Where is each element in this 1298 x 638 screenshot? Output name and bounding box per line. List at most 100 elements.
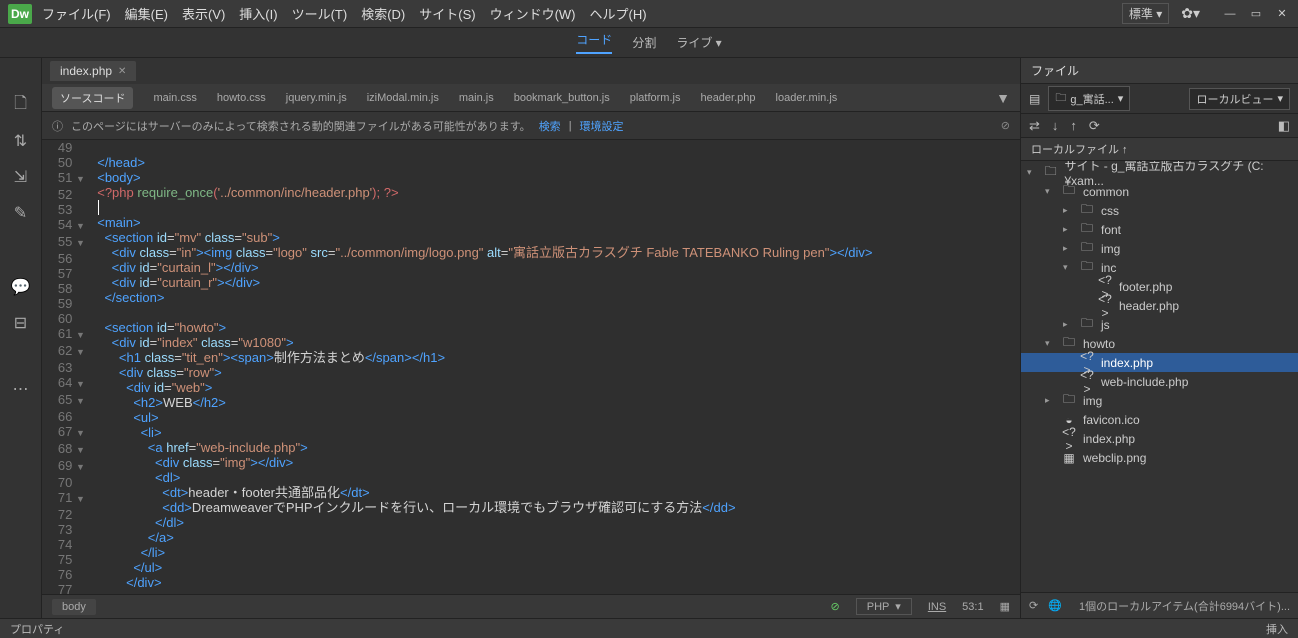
put-icon[interactable]: ↑: [1070, 118, 1077, 133]
tree-row[interactable]: <?>web-include.php: [1021, 372, 1298, 391]
related-file[interactable]: main.css: [153, 92, 196, 104]
files-panel: ファイル ▤ 🗀 g_寓話... ▾ ローカルビュー ▾ ⇄ ↓ ↑ ⟳ ◧ ロ…: [1020, 58, 1298, 618]
tree-row[interactable]: ▾🗀inc: [1021, 258, 1298, 277]
menu-find[interactable]: 検索(D): [361, 4, 405, 23]
split-icon[interactable]: ⇅: [11, 132, 31, 150]
maximize-icon[interactable]: ▭: [1248, 7, 1264, 21]
tree-row[interactable]: ▦webclip.png: [1021, 448, 1298, 467]
comment-icon[interactable]: 💬: [11, 278, 31, 296]
document-tabs: index.php ✕: [42, 58, 1020, 84]
menu-window[interactable]: ウィンドウ(W): [490, 4, 576, 23]
tree-row[interactable]: ▸🗀js: [1021, 315, 1298, 334]
file-tree[interactable]: ▾🗀サイト - g_寓話立版古カラスグチ (C:¥xam...▾🗀common▸…: [1021, 161, 1298, 592]
tree-arrow-icon[interactable]: ▾: [1045, 338, 1055, 349]
app-logo: Dw: [8, 4, 32, 24]
view-selector[interactable]: ローカルビュー ▾: [1189, 88, 1290, 110]
tree-row[interactable]: ▾🗀サイト - g_寓話立版古カラスグチ (C:¥xam...: [1021, 163, 1298, 182]
tree-arrow-icon[interactable]: ▸: [1063, 319, 1073, 330]
related-file[interactable]: bookmark_button.js: [514, 92, 610, 104]
tree-row[interactable]: ▸🗀font: [1021, 220, 1298, 239]
menu-view[interactable]: 表示(V): [182, 4, 225, 23]
tree-label: img: [1101, 242, 1120, 256]
php-icon: <?>: [1097, 292, 1113, 320]
related-file[interactable]: platform.js: [630, 92, 681, 104]
related-source[interactable]: ソースコード: [52, 87, 133, 109]
tree-arrow-icon[interactable]: ▸: [1063, 224, 1073, 235]
filter-icon[interactable]: ▼: [996, 90, 1010, 106]
tree-row[interactable]: ▾🗀howto: [1021, 334, 1298, 353]
tree-row[interactable]: ▸ 🗀 img: [1021, 239, 1298, 258]
expand-icon[interactable]: ⇲: [11, 168, 31, 186]
code-content[interactable]: </head> <body> <?php require_once('../co…: [90, 140, 1020, 594]
folder-icon: 🗀: [1079, 238, 1095, 259]
language-selector[interactable]: PHP ▾: [856, 598, 912, 615]
tree-row[interactable]: ▸ 🗀 img: [1021, 391, 1298, 410]
workspace-switcher[interactable]: 標準 ▾: [1122, 3, 1169, 24]
info-link-search[interactable]: 検索: [539, 118, 561, 134]
tree-arrow-icon[interactable]: ▾: [1063, 262, 1073, 273]
menu-edit[interactable]: 編集(E): [125, 4, 168, 23]
tree-row[interactable]: <?>index.php: [1021, 429, 1298, 448]
tree-arrow-icon[interactable]: ▸: [1045, 395, 1055, 406]
define-servers-icon[interactable]: ▤: [1029, 92, 1040, 106]
code-editor[interactable]: 49 50 51 ▼52 53 54 ▼55 ▼56 57 58 59 60 6…: [42, 140, 1020, 594]
menu-tools[interactable]: ツール(T): [292, 4, 348, 23]
tree-row[interactable]: <?>index.php: [1021, 353, 1298, 372]
view-code-tab[interactable]: コード: [576, 31, 612, 54]
info-link-prefs[interactable]: 環境設定: [580, 118, 624, 134]
file-manage-icon[interactable]: 🗋: [11, 96, 31, 114]
related-file[interactable]: iziModal.min.js: [367, 92, 439, 104]
tree-label: img: [1083, 394, 1102, 408]
collapse-icon[interactable]: ⊟: [11, 314, 31, 332]
globe-icon[interactable]: 🌐: [1048, 599, 1062, 612]
menu-site[interactable]: サイト(S): [419, 4, 475, 23]
related-file[interactable]: header.php: [700, 92, 755, 104]
get-icon[interactable]: ↓: [1052, 118, 1059, 133]
view-split-tab[interactable]: 分割: [632, 34, 656, 51]
sync-settings-icon[interactable]: ✿▾: [1181, 5, 1200, 22]
tag-selector-body[interactable]: body: [52, 599, 96, 615]
menu-help[interactable]: ヘルプ(H): [590, 4, 647, 23]
menu-file[interactable]: ファイル(F): [42, 4, 111, 23]
connect-icon[interactable]: ⇄: [1029, 118, 1040, 134]
files-status-text: 1個のローカルアイテム(合計6994バイト)...: [1079, 598, 1290, 614]
info-close-icon[interactable]: ⊘: [1001, 119, 1010, 132]
php-icon: <?>: [1061, 425, 1077, 453]
close-icon[interactable]: ✕: [1274, 7, 1290, 21]
related-file[interactable]: howto.css: [217, 92, 266, 104]
tree-row[interactable]: ▸🗀css: [1021, 201, 1298, 220]
expand-panel-icon[interactable]: ◧: [1278, 118, 1290, 134]
refresh-icon[interactable]: ⟳: [1029, 599, 1038, 612]
view-live-tab[interactable]: ライブ ▾: [676, 34, 721, 51]
tree-row[interactable]: <?>footer.php: [1021, 277, 1298, 296]
files-column-header[interactable]: ローカルファイル ↑: [1021, 138, 1298, 161]
related-file[interactable]: jquery.min.js: [286, 92, 347, 104]
tree-arrow-icon[interactable]: ▾: [1045, 186, 1055, 197]
doc-tab-label: index.php: [60, 64, 112, 78]
properties-tab[interactable]: プロパティ: [10, 621, 64, 637]
tree-arrow-icon[interactable]: ▸: [1063, 205, 1073, 216]
doc-tab-close-icon[interactable]: ✕: [118, 66, 126, 77]
doc-tab-index[interactable]: index.php ✕: [50, 61, 136, 81]
files-panel-tab[interactable]: ファイル: [1021, 58, 1298, 84]
site-selector[interactable]: 🗀 g_寓話... ▾: [1048, 86, 1130, 111]
related-file[interactable]: main.js: [459, 92, 494, 104]
tree-arrow-icon[interactable]: ▾: [1027, 167, 1037, 178]
wand-icon[interactable]: ✎: [11, 204, 31, 222]
menu-insert[interactable]: 挿入(I): [239, 4, 277, 23]
overflow-icon[interactable]: ▦: [1000, 600, 1010, 613]
tree-label: index.php: [1101, 356, 1153, 370]
tree-row[interactable]: <?>header.php: [1021, 296, 1298, 315]
related-file[interactable]: loader.min.js: [776, 92, 838, 104]
tree-arrow-icon[interactable]: ▸: [1063, 243, 1073, 254]
insert-mode[interactable]: INS: [928, 601, 946, 613]
folder-icon: 🗀: [1061, 390, 1077, 411]
folder-icon: 🗀: [1061, 333, 1077, 354]
errors-ok-icon[interactable]: ⊘: [831, 600, 840, 613]
files-toolbar: ▤ 🗀 g_寓話... ▾ ローカルビュー ▾: [1021, 84, 1298, 114]
img-icon: ▦: [1061, 451, 1077, 465]
sync-icon[interactable]: ⟳: [1089, 118, 1100, 134]
more-icon[interactable]: ⋯: [11, 380, 31, 398]
insert-tab[interactable]: 挿入: [1266, 621, 1288, 637]
minimize-icon[interactable]: —: [1222, 7, 1238, 21]
